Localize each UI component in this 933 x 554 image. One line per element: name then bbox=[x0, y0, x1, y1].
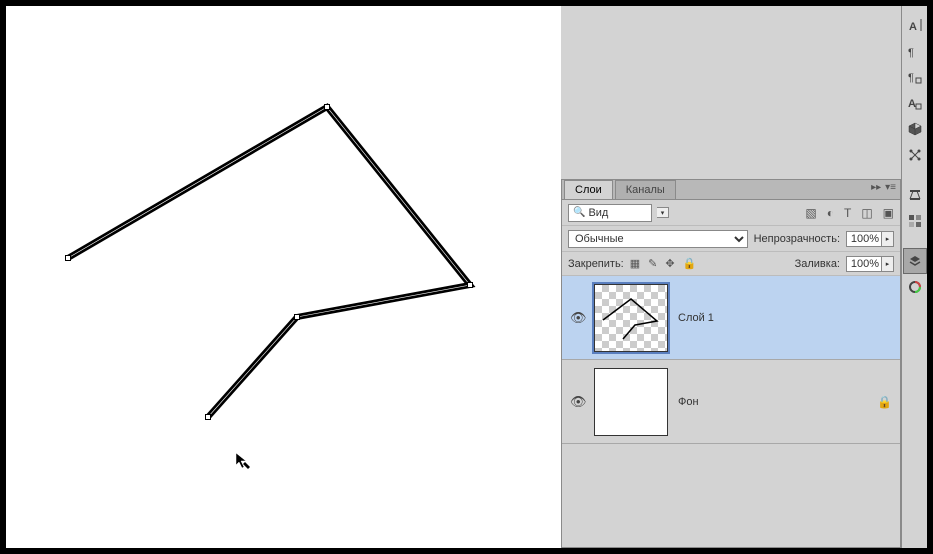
layers-panel: Слои Каналы ▸▸ ▾≡ 🔍 Вид ▾ ▧ ◐ T ◫ bbox=[561, 179, 901, 548]
fill-input[interactable] bbox=[846, 256, 882, 272]
layer-row[interactable]: 👁 Слой 1 bbox=[562, 276, 900, 360]
paragraph-panel-icon[interactable]: ¶ bbox=[903, 38, 927, 64]
layer-thumbnail[interactable] bbox=[594, 284, 668, 352]
layer-name[interactable]: Слой 1 bbox=[678, 312, 892, 324]
layer-row[interactable]: 👁 Фон 🔒 bbox=[562, 360, 900, 444]
canvas-area[interactable] bbox=[6, 6, 561, 548]
svg-text:A: A bbox=[908, 98, 916, 110]
lock-all-icon[interactable]: 🔒 bbox=[683, 257, 697, 270]
blend-row: Обычные Непрозрачность: ▸ bbox=[562, 226, 900, 252]
navigator-icon[interactable] bbox=[903, 142, 927, 168]
opacity-arrow[interactable]: ▸ bbox=[882, 231, 894, 247]
search-icon: 🔍 bbox=[573, 207, 585, 218]
anchor-point[interactable] bbox=[324, 104, 330, 110]
swatches-icon[interactable] bbox=[903, 208, 927, 234]
filter-adjust-icon[interactable]: ◐ bbox=[827, 206, 834, 220]
anchor-point[interactable] bbox=[294, 314, 300, 320]
panels-column: Слои Каналы ▸▸ ▾≡ 🔍 Вид ▾ ▧ ◐ T ◫ bbox=[561, 6, 901, 548]
filter-label: Вид bbox=[588, 207, 608, 219]
pen-cursor bbox=[234, 451, 254, 471]
panel-menu-icon[interactable]: ▾≡ bbox=[885, 182, 896, 193]
lock-row: Закрепить: ▦ ✎ ✥ 🔒 Заливка: ▸ bbox=[562, 252, 900, 276]
visibility-toggle[interactable]: 👁 bbox=[570, 310, 584, 326]
fill-label: Заливка: bbox=[795, 258, 840, 270]
filter-shape-icon[interactable]: ◫ bbox=[861, 206, 872, 220]
opacity-label: Непрозрачность: bbox=[754, 233, 840, 245]
filter-type-icon[interactable]: T bbox=[844, 206, 851, 220]
lock-pixels-icon[interactable]: ✎ bbox=[648, 257, 657, 270]
color-wheel-icon[interactable] bbox=[903, 274, 927, 300]
lock-position-icon[interactable]: ✥ bbox=[665, 257, 674, 270]
anchor-point[interactable] bbox=[65, 255, 71, 261]
visibility-toggle[interactable]: 👁 bbox=[570, 394, 584, 410]
layers-list: 👁 Слой 1 👁 Фон 🔒 bbox=[562, 276, 900, 547]
tools-icon[interactable] bbox=[903, 182, 927, 208]
filter-pixel-icon[interactable]: ▧ bbox=[805, 206, 816, 220]
anchor-point[interactable] bbox=[467, 282, 473, 288]
tab-layers[interactable]: Слои bbox=[564, 180, 613, 199]
filter-smart-icon[interactable]: ▣ bbox=[883, 206, 894, 220]
document-canvas[interactable] bbox=[6, 6, 561, 548]
panel-collapse-icon[interactable]: ▸▸ bbox=[871, 182, 881, 193]
fill-arrow[interactable]: ▸ bbox=[882, 256, 894, 272]
filter-dropdown-arrow[interactable]: ▾ bbox=[657, 207, 669, 218]
paragraph-style-icon[interactable]: ¶ bbox=[903, 64, 927, 90]
character-panel-icon[interactable]: A bbox=[903, 12, 927, 38]
layer-thumbnail[interactable] bbox=[594, 368, 668, 436]
char-style-icon[interactable]: A bbox=[903, 90, 927, 116]
svg-text:¶: ¶ bbox=[908, 47, 914, 58]
right-rail: A ¶ ¶ A bbox=[901, 6, 927, 548]
layer-name[interactable]: Фон bbox=[678, 396, 867, 408]
vector-path[interactable] bbox=[6, 6, 561, 548]
panel-tabs: Слои Каналы ▸▸ ▾≡ bbox=[562, 180, 900, 200]
layers-panel-icon[interactable] bbox=[903, 248, 927, 274]
anchor-point[interactable] bbox=[205, 414, 211, 420]
lock-label: Закрепить: bbox=[568, 258, 624, 270]
opacity-input[interactable] bbox=[846, 231, 882, 247]
filter-row: 🔍 Вид ▾ ▧ ◐ T ◫ ▣ bbox=[562, 200, 900, 226]
svg-text:A: A bbox=[909, 21, 917, 33]
cube-icon[interactable] bbox=[903, 116, 927, 142]
lock-icon: 🔒 bbox=[877, 395, 892, 409]
lock-transparency-icon[interactable]: ▦ bbox=[630, 257, 640, 270]
svg-text:¶: ¶ bbox=[908, 72, 914, 84]
tab-channels[interactable]: Каналы bbox=[615, 180, 676, 199]
layer-filter-select[interactable]: 🔍 Вид bbox=[568, 204, 652, 222]
blend-mode-select[interactable]: Обычные bbox=[568, 230, 748, 248]
app-frame: Слои Каналы ▸▸ ▾≡ 🔍 Вид ▾ ▧ ◐ T ◫ bbox=[6, 6, 927, 548]
